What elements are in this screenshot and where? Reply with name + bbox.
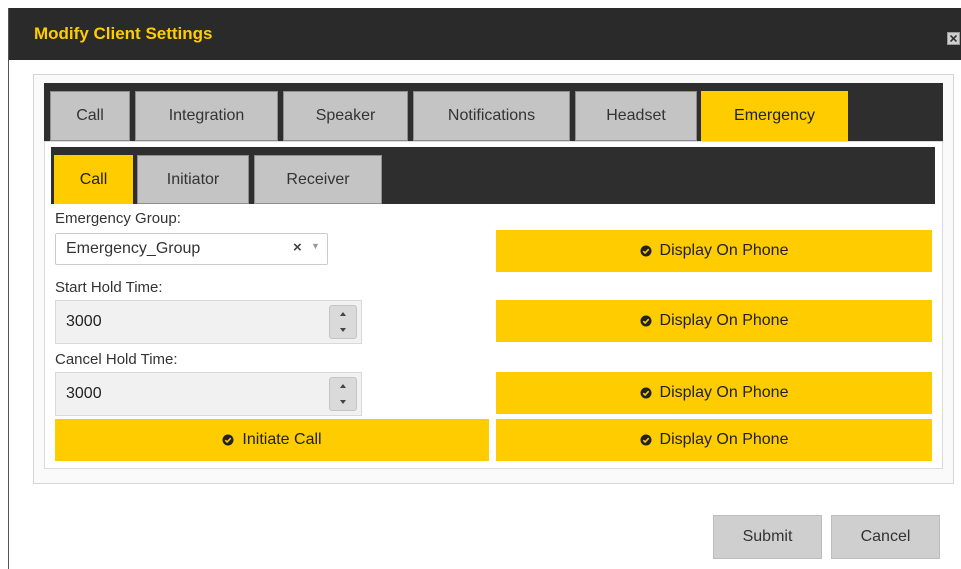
display-on-phone-label: Display On Phone xyxy=(659,384,789,401)
emergency-subtab-bar: Call Initiator Receiver xyxy=(51,147,935,204)
settings-tab-bar: Call Integration Speaker Notifications H… xyxy=(44,83,943,141)
subtab-label: Call xyxy=(79,170,108,188)
emergency-tab-content: Call Initiator Receiver Emergency Group:… xyxy=(44,141,943,469)
display-on-phone-label: Display On Phone xyxy=(659,431,789,448)
cancel-hold-time-stepper xyxy=(55,372,362,416)
cancel-button[interactable]: Cancel xyxy=(831,515,940,559)
tab-headset[interactable]: Headset xyxy=(575,91,697,141)
display-on-phone-label: Display On Phone xyxy=(659,312,789,329)
start-hold-time-spinner xyxy=(329,305,357,339)
initiate-call-label: Initiate Call xyxy=(242,431,322,448)
modify-client-settings-dialog: Modify Client Settings Call Integration … xyxy=(8,8,961,569)
cancel-hold-time-spinner xyxy=(329,377,357,411)
chevron-down-icon[interactable]: ▼ xyxy=(311,241,320,251)
display-on-phone-label: Display On Phone xyxy=(659,242,789,259)
check-circle-icon xyxy=(640,434,652,446)
emergency-group-value: Emergency_Group xyxy=(66,240,201,257)
cancel-hold-time-label: Cancel Hold Time: xyxy=(55,351,178,368)
close-button[interactable] xyxy=(947,32,960,45)
subtab-label: Receiver xyxy=(286,170,350,188)
increment-arrow-icon[interactable] xyxy=(330,306,356,322)
subtab-label: Initiator xyxy=(166,170,220,188)
start-hold-time-stepper xyxy=(55,300,362,344)
subtab-receiver[interactable]: Receiver xyxy=(254,155,382,204)
dialog-titlebar: Modify Client Settings xyxy=(9,8,961,60)
tab-label: Headset xyxy=(606,107,666,124)
submit-label: Submit xyxy=(742,528,793,545)
decrement-arrow-icon[interactable] xyxy=(330,394,356,410)
subtab-call[interactable]: Call xyxy=(54,155,133,204)
display-on-phone-button-2[interactable]: Display On Phone xyxy=(496,300,932,342)
increment-arrow-icon[interactable] xyxy=(330,378,356,394)
tab-label: Integration xyxy=(168,107,245,124)
dialog-title: Modify Client Settings xyxy=(34,24,213,43)
cancel-hold-time-input[interactable] xyxy=(56,373,326,415)
display-on-phone-button-4[interactable]: Display On Phone xyxy=(496,419,932,461)
tab-notifications[interactable]: Notifications xyxy=(413,91,570,141)
tab-label: Call xyxy=(76,107,104,124)
tab-label: Notifications xyxy=(447,107,536,124)
check-circle-icon xyxy=(640,387,652,399)
settings-panel: Call Integration Speaker Notifications H… xyxy=(33,74,954,484)
tab-speaker[interactable]: Speaker xyxy=(283,91,408,141)
initiate-call-button[interactable]: Initiate Call xyxy=(55,419,489,461)
tab-emergency[interactable]: Emergency xyxy=(701,91,848,141)
tab-label: Emergency xyxy=(734,107,815,124)
display-on-phone-button-3[interactable]: Display On Phone xyxy=(496,372,932,414)
tab-integration[interactable]: Integration xyxy=(135,91,278,141)
subtab-initiator[interactable]: Initiator xyxy=(137,155,249,204)
clear-icon[interactable]: × xyxy=(293,239,302,256)
submit-button[interactable]: Submit xyxy=(713,515,822,559)
start-hold-time-input[interactable] xyxy=(56,301,326,343)
check-circle-icon xyxy=(222,434,234,446)
display-on-phone-button-1[interactable]: Display On Phone xyxy=(496,230,932,272)
emergency-group-select[interactable]: Emergency_Group × ▼ xyxy=(55,233,328,265)
start-hold-time-label: Start Hold Time: xyxy=(55,279,163,296)
tab-call[interactable]: Call xyxy=(50,91,130,141)
emergency-group-label: Emergency Group: xyxy=(55,210,181,227)
decrement-arrow-icon[interactable] xyxy=(330,322,356,338)
cancel-label: Cancel xyxy=(860,528,911,545)
close-icon xyxy=(950,35,957,42)
check-circle-icon xyxy=(640,245,652,257)
check-circle-icon xyxy=(640,315,652,327)
tab-label: Speaker xyxy=(315,107,376,124)
